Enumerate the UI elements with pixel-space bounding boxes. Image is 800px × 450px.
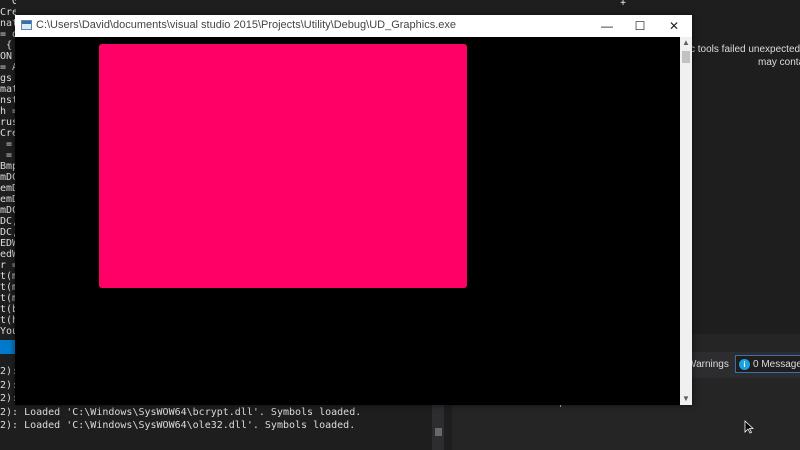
info-icon: i [739, 359, 750, 370]
code-line: rus [0, 117, 16, 128]
code-line: Your [0, 326, 16, 337]
messages-filter-button[interactable]: i 0 Messages [735, 355, 800, 373]
scrollbar-thumb[interactable] [682, 51, 690, 63]
client-area [15, 37, 680, 405]
output-line: 2): Loaded 'C:\Windows\SysWOW64\bcrypt.d… [0, 406, 362, 418]
code-line: h = [0, 106, 16, 117]
ide-right-pane: stic tools failed unexpected may conta [680, 0, 800, 330]
code-line: r = [0, 260, 16, 271]
code-line: nat [0, 18, 16, 29]
code-line: CreateCompatibleDC(mainDC); [0, 7, 16, 18]
scroll-up-arrow-icon[interactable]: ▲ [680, 37, 692, 49]
code-line: = A [0, 62, 16, 73]
app-window-icon[interactable] [21, 20, 32, 30]
code-line: ON [0, 51, 13, 62]
code-line: EDW [0, 238, 16, 249]
output-line: 2): Loaded 'C:\Windows\SysWOW64\ole32.dl… [0, 420, 356, 431]
code-line: mDC [0, 172, 16, 183]
code-line: Bmp [0, 161, 16, 172]
messages-filter-label: 0 Messages [753, 359, 800, 370]
close-button[interactable]: ✕ [657, 15, 691, 37]
code-line: emD [0, 183, 16, 194]
diagnostics-message-line-2: may conta [758, 57, 800, 68]
code-line: = d [0, 29, 16, 40]
code-line: Cre [0, 128, 16, 139]
code-line: DC, [0, 227, 16, 238]
pink-rectangle [99, 44, 467, 288]
warnings-filter-label[interactable]: Warnings [687, 359, 729, 370]
code-line: nst [0, 95, 16, 106]
plus-icon[interactable]: + [617, 0, 629, 9]
mouse-cursor-icon [744, 420, 754, 434]
window-scrollbar[interactable]: ▲ ▼ [680, 37, 692, 405]
code-line: DC, [0, 216, 16, 227]
window-title: C:\Users\David\documents\visual studio 2… [36, 19, 457, 31]
output-scrollbar[interactable] [432, 404, 444, 450]
code-line: = [0, 150, 13, 161]
maximize-button[interactable]: ☐ [623, 15, 657, 37]
code-line: = [0, 139, 13, 150]
minimize-button[interactable]: — [590, 15, 624, 37]
title-bar[interactable]: C:\Users\David\documents\visual studio 2… [15, 15, 692, 37]
code-line: t(m [0, 293, 16, 304]
code-line: GetDC(NULL); [12, 0, 16, 7]
code-line: emD [0, 194, 16, 205]
code-line: { [0, 40, 13, 51]
ide-status-bar [0, 340, 16, 354]
code-line: t(m [0, 282, 16, 293]
code-editor[interactable]: GetDC(NULL);CreateCompatibleDC(mainDC);n… [0, 0, 16, 340]
code-line: t(b [0, 304, 16, 315]
code-line: edW [0, 249, 16, 260]
app-window[interactable]: C:\Users\David\documents\visual studio 2… [15, 15, 692, 405]
code-line: mat [0, 84, 16, 95]
diagnostics-message-line-1: stic tools failed unexpected [680, 44, 800, 55]
code-line: gs [0, 73, 13, 84]
code-line: t(h [0, 315, 16, 326]
code-line: t(m [0, 271, 16, 282]
output-scrollbar-thumb[interactable] [435, 428, 442, 436]
scroll-down-arrow-icon[interactable]: ▼ [680, 393, 692, 405]
code-line: mDC, [0, 205, 16, 216]
